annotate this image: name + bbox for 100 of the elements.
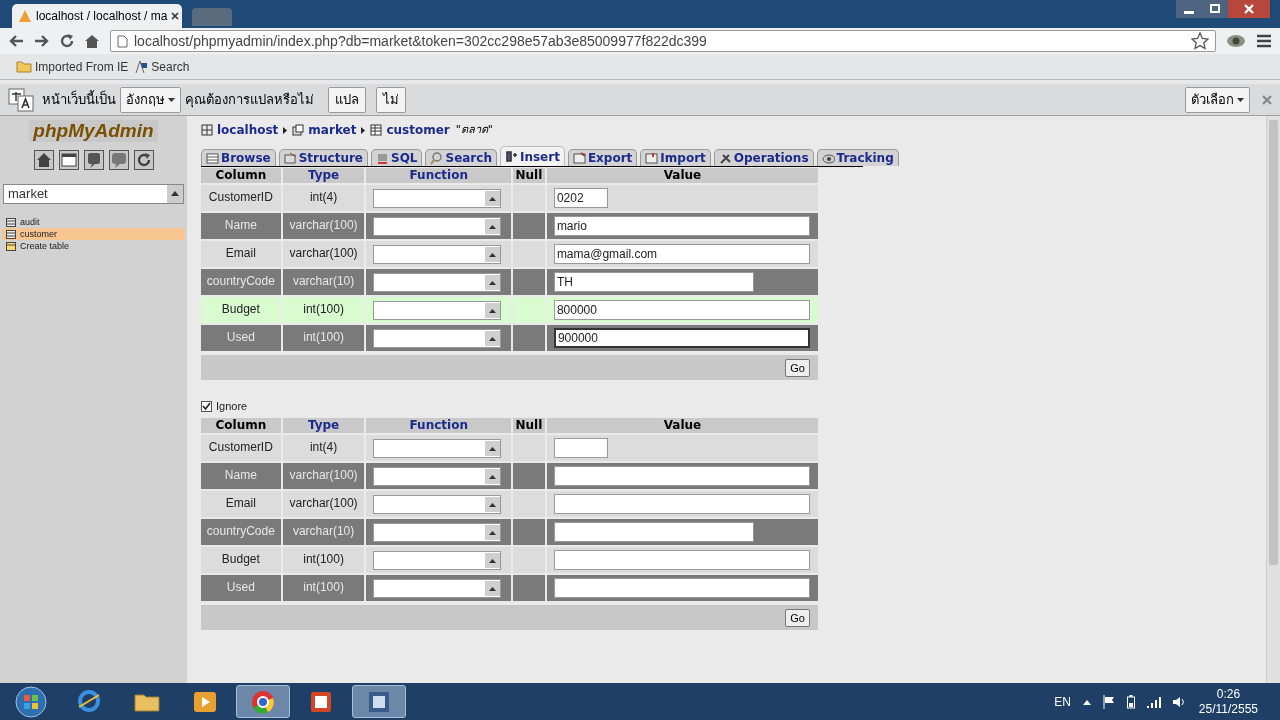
value-field[interactable]: 800000 — [553, 300, 810, 320]
back-icon[interactable] — [8, 34, 24, 48]
minimize-icon[interactable] — [1176, 0, 1202, 18]
table-link[interactable]: customer — [370, 121, 450, 139]
table-cell: CustomerID — [201, 185, 281, 211]
ignore-checkbox[interactable] — [201, 400, 212, 412]
close-icon[interactable] — [1228, 0, 1270, 18]
forward-icon[interactable] — [34, 34, 50, 48]
table-cell: Budget — [201, 547, 281, 573]
star-icon[interactable] — [1191, 32, 1209, 50]
up-arrow-icon[interactable] — [1082, 698, 1091, 705]
database-select[interactable]: market — [3, 184, 184, 204]
value-field[interactable]: 0202 — [553, 188, 608, 208]
options-button[interactable]: ตัวเลือก — [1185, 86, 1250, 113]
create-table-link[interactable]: Create table — [2, 240, 185, 252]
value-field[interactable] — [553, 466, 810, 486]
table-cell: varchar(100) — [282, 491, 365, 517]
tab[interactable]: Structure — [278, 149, 368, 166]
value-field[interactable] — [553, 550, 810, 570]
table-cell: varchar(10) — [282, 269, 365, 295]
function-select[interactable] — [373, 272, 502, 292]
function-select[interactable] — [373, 494, 502, 514]
function-select[interactable] — [373, 466, 502, 486]
function-select[interactable] — [373, 188, 502, 208]
help-icon[interactable] — [83, 150, 104, 170]
value-field[interactable] — [553, 438, 608, 458]
server-link[interactable]: localhost — [201, 121, 279, 139]
clock[interactable]: 0:26 25/11/2555 — [1198, 686, 1258, 717]
signal-icon[interactable] — [1146, 695, 1161, 708]
value-field[interactable]: mario — [553, 216, 810, 236]
function-select[interactable] — [373, 328, 502, 348]
language-indicator[interactable]: EN — [1054, 692, 1071, 711]
table-cell: CustomerID — [201, 435, 281, 461]
speaker-icon[interactable] — [1172, 695, 1187, 708]
maximize-icon[interactable] — [1202, 0, 1228, 18]
flag-icon — [134, 59, 149, 74]
close-icon[interactable] — [171, 12, 180, 20]
scrollbar-thumb[interactable] — [1269, 120, 1278, 565]
database-link[interactable]: market — [292, 121, 357, 139]
table-cell: int(100) — [282, 325, 365, 351]
table-cell: Email — [201, 241, 281, 267]
tab[interactable]: Browse — [201, 149, 276, 166]
table-comment: "ตลาด" — [455, 121, 493, 138]
table-cell: Name — [201, 213, 281, 239]
value-field[interactable] — [553, 522, 754, 542]
reload-icon[interactable] — [60, 34, 74, 48]
translate-icon — [8, 87, 34, 112]
value-field[interactable]: 900000 — [553, 328, 810, 348]
tab[interactable]: Insert — [499, 146, 565, 166]
bookmark[interactable]: Search — [134, 57, 190, 76]
decline-button[interactable]: ไม่ — [376, 86, 406, 113]
address-bar[interactable]: localhost/phpmyadmin/index.php?db=market&token=302cc298e57ab3e85009977f822dc399 — [110, 30, 1216, 52]
go-button[interactable]: Go — [785, 358, 810, 377]
table-cell: int(100) — [282, 547, 365, 573]
function-select[interactable] — [373, 244, 502, 264]
value-field[interactable] — [553, 494, 810, 514]
tab[interactable]: Export — [567, 149, 638, 166]
column-header: Function — [366, 418, 511, 433]
table-add-icon — [6, 241, 16, 251]
table-item[interactable]: audit — [2, 216, 185, 228]
tab[interactable]: Tracking — [816, 149, 899, 166]
menu-icon[interactable] — [1256, 34, 1272, 48]
table-cell: Used — [201, 575, 281, 601]
table-cell: varchar(100) — [282, 241, 365, 267]
value-field[interactable]: TH — [553, 272, 754, 292]
speech-bubble-icon[interactable] — [108, 150, 129, 170]
value-field[interactable] — [553, 578, 810, 598]
null-cell — [513, 519, 545, 545]
table-item[interactable]: customer — [2, 228, 185, 240]
language-dropdown[interactable]: อังกฤษ — [120, 86, 181, 113]
reload-icon[interactable] — [133, 150, 154, 170]
function-select[interactable] — [373, 578, 502, 598]
window-icon[interactable] — [58, 150, 79, 170]
tab[interactable]: SQL — [371, 149, 423, 166]
start-button-icon[interactable] — [14, 684, 48, 719]
tab[interactable]: Operations — [713, 149, 814, 166]
home-icon[interactable] — [33, 150, 54, 170]
home-icon[interactable] — [84, 34, 100, 48]
column-header: Value — [546, 418, 818, 433]
bookmark-folder[interactable]: Imported From IE — [16, 57, 129, 76]
column-header: Function — [366, 168, 511, 183]
browser-tab[interactable]: localhost / localhost / ma — [12, 4, 182, 28]
console-icon — [376, 151, 389, 165]
go-button[interactable]: Go — [785, 608, 810, 627]
battery-icon[interactable] — [1126, 694, 1135, 709]
value-field[interactable]: mama@gmail.com — [553, 244, 810, 264]
eye-icon[interactable] — [1226, 33, 1246, 49]
translate-button[interactable]: แปล — [328, 86, 366, 113]
tab[interactable]: Import — [640, 149, 711, 166]
caret-icon — [1237, 97, 1244, 102]
function-select[interactable] — [373, 438, 502, 458]
function-select[interactable] — [373, 216, 502, 236]
taskbar-app[interactable] — [236, 685, 290, 718]
function-select[interactable] — [373, 550, 502, 570]
function-select[interactable] — [373, 300, 502, 320]
tab[interactable]: Search — [425, 149, 497, 166]
flag-icon[interactable] — [1102, 694, 1115, 709]
function-select[interactable] — [373, 522, 502, 542]
table-cell: Used — [201, 325, 281, 351]
taskbar-app[interactable] — [352, 685, 406, 718]
